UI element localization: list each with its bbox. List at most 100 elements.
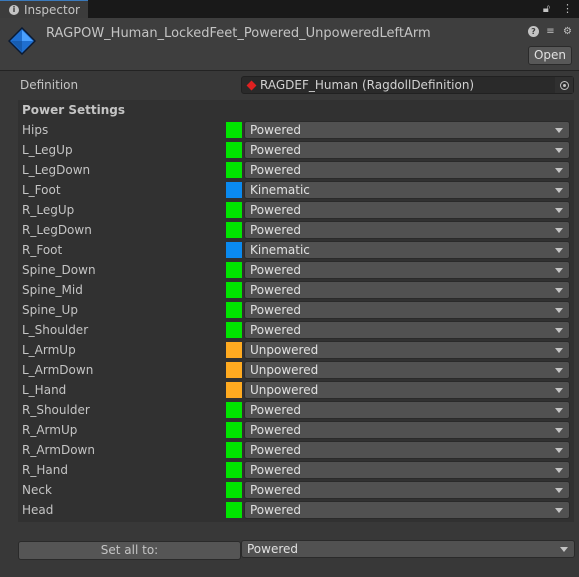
- power-row: R_Hand Powered: [18, 460, 574, 480]
- power-mode-value: Powered: [250, 503, 302, 517]
- power-mode-value: Powered: [250, 423, 302, 437]
- power-mode-dropdown[interactable]: Powered: [244, 461, 570, 479]
- open-button[interactable]: Open: [528, 46, 572, 65]
- power-mode-dropdown[interactable]: Powered: [244, 401, 570, 419]
- power-mode-dropdown[interactable]: Powered: [244, 221, 570, 239]
- power-mode-dropdown[interactable]: Powered: [244, 481, 570, 499]
- power-row: Spine_Up Powered: [18, 300, 574, 320]
- chevron-down-icon: [555, 368, 563, 373]
- chevron-down-icon: [555, 468, 563, 473]
- power-mode-value: Kinematic: [250, 243, 310, 257]
- chevron-down-icon: [555, 508, 563, 513]
- mode-color-swatch: [226, 402, 242, 418]
- more-options-icon[interactable]: ⋮: [562, 2, 573, 16]
- mode-color-swatch: [226, 262, 242, 278]
- power-mode-dropdown[interactable]: Kinematic: [244, 181, 570, 199]
- power-mode-dropdown[interactable]: Kinematic: [244, 241, 570, 259]
- definition-object-field[interactable]: RAGDEF_Human (RagdollDefinition): [241, 76, 574, 94]
- power-row: L_Hand Unpowered: [18, 380, 574, 400]
- bone-label: R_ArmDown: [22, 443, 95, 457]
- chevron-down-icon: [555, 208, 563, 213]
- power-mode-value: Powered: [250, 283, 302, 297]
- chevron-down-icon: [555, 128, 563, 133]
- power-row: R_ArmUp Powered: [18, 420, 574, 440]
- power-row: L_ArmDown Unpowered: [18, 360, 574, 380]
- bone-label: Spine_Down: [22, 263, 96, 277]
- mode-color-swatch: [226, 202, 242, 218]
- power-mode-dropdown[interactable]: Unpowered: [244, 381, 570, 399]
- mode-color-swatch: [226, 482, 242, 498]
- chevron-down-icon: [555, 328, 563, 333]
- power-row: Hips Powered: [18, 120, 574, 140]
- chevron-down-icon: [555, 348, 563, 353]
- chevron-down-icon: [555, 228, 563, 233]
- power-mode-dropdown[interactable]: Powered: [244, 201, 570, 219]
- power-mode-dropdown[interactable]: Powered: [244, 301, 570, 319]
- preset-sliders-icon[interactable]: ≡: [545, 26, 556, 37]
- power-mode-dropdown[interactable]: Powered: [244, 441, 570, 459]
- power-mode-dropdown[interactable]: Powered: [244, 321, 570, 339]
- chevron-down-icon: [555, 268, 563, 273]
- power-mode-dropdown[interactable]: Powered: [244, 121, 570, 139]
- power-mode-dropdown[interactable]: Powered: [244, 501, 570, 519]
- mode-color-swatch: [226, 362, 242, 378]
- chevron-down-icon: [555, 488, 563, 493]
- power-row: Spine_Mid Powered: [18, 280, 574, 300]
- mode-color-swatch: [226, 342, 242, 358]
- mode-color-swatch: [226, 122, 242, 138]
- bone-label: Neck: [22, 483, 52, 497]
- chevron-down-icon: [560, 547, 568, 552]
- bone-label: R_LegUp: [22, 203, 75, 217]
- power-mode-dropdown[interactable]: Unpowered: [244, 361, 570, 379]
- power-mode-dropdown[interactable]: Powered: [244, 141, 570, 159]
- tab-inspector[interactable]: i Inspector: [0, 0, 88, 18]
- power-mode-value: Unpowered: [250, 383, 319, 397]
- power-row: L_LegUp Powered: [18, 140, 574, 160]
- power-mode-dropdown[interactable]: Powered: [244, 261, 570, 279]
- bone-label: R_LegDown: [22, 223, 92, 237]
- power-mode-value: Powered: [250, 323, 302, 337]
- power-mode-value: Powered: [250, 403, 302, 417]
- chevron-down-icon: [555, 248, 563, 253]
- power-mode-value: Powered: [250, 483, 302, 497]
- bone-label: L_Shoulder: [22, 323, 89, 337]
- bone-label: Spine_Up: [22, 303, 78, 317]
- power-row: R_Shoulder Powered: [18, 400, 574, 420]
- asset-diamond-icon: [8, 27, 36, 55]
- power-mode-dropdown[interactable]: Powered: [244, 421, 570, 439]
- chevron-down-icon: [555, 308, 563, 313]
- power-row: Head Powered: [18, 500, 574, 520]
- power-mode-dropdown[interactable]: Unpowered: [244, 341, 570, 359]
- mode-color-swatch: [226, 382, 242, 398]
- mode-color-swatch: [226, 322, 242, 338]
- bone-label: L_ArmDown: [22, 363, 94, 377]
- mode-color-swatch: [226, 242, 242, 258]
- gear-icon[interactable]: ⚙: [562, 26, 573, 37]
- mode-color-swatch: [226, 442, 242, 458]
- chevron-down-icon: [555, 408, 563, 413]
- power-mode-dropdown[interactable]: Powered: [244, 161, 570, 179]
- power-row: L_Shoulder Powered: [18, 320, 574, 340]
- lock-icon[interactable]: 🔓︎: [543, 2, 550, 16]
- bone-label: R_Foot: [22, 243, 63, 257]
- object-picker-icon[interactable]: [555, 77, 573, 93]
- mode-color-swatch: [226, 282, 242, 298]
- bone-label: L_ArmUp: [22, 343, 76, 357]
- power-mode-value: Powered: [250, 443, 302, 457]
- mode-color-swatch: [226, 302, 242, 318]
- power-mode-value: Unpowered: [250, 343, 319, 357]
- bone-label: Head: [22, 503, 54, 517]
- power-row: R_ArmDown Powered: [18, 440, 574, 460]
- mode-color-swatch: [226, 422, 242, 438]
- bone-label: R_ArmUp: [22, 423, 78, 437]
- mode-color-swatch: [226, 222, 242, 238]
- power-row: Spine_Down Powered: [18, 260, 574, 280]
- power-mode-dropdown[interactable]: Powered: [244, 281, 570, 299]
- asset-title: RAGPOW_Human_LockedFeet_Powered_Unpowere…: [46, 26, 431, 41]
- power-row: R_LegDown Powered: [18, 220, 574, 240]
- help-icon[interactable]: ?: [528, 26, 539, 37]
- power-mode-value: Unpowered: [250, 363, 319, 377]
- divider: [0, 70, 579, 71]
- set-all-button[interactable]: Set all to:: [18, 541, 241, 560]
- set-all-dropdown[interactable]: Powered: [241, 540, 575, 558]
